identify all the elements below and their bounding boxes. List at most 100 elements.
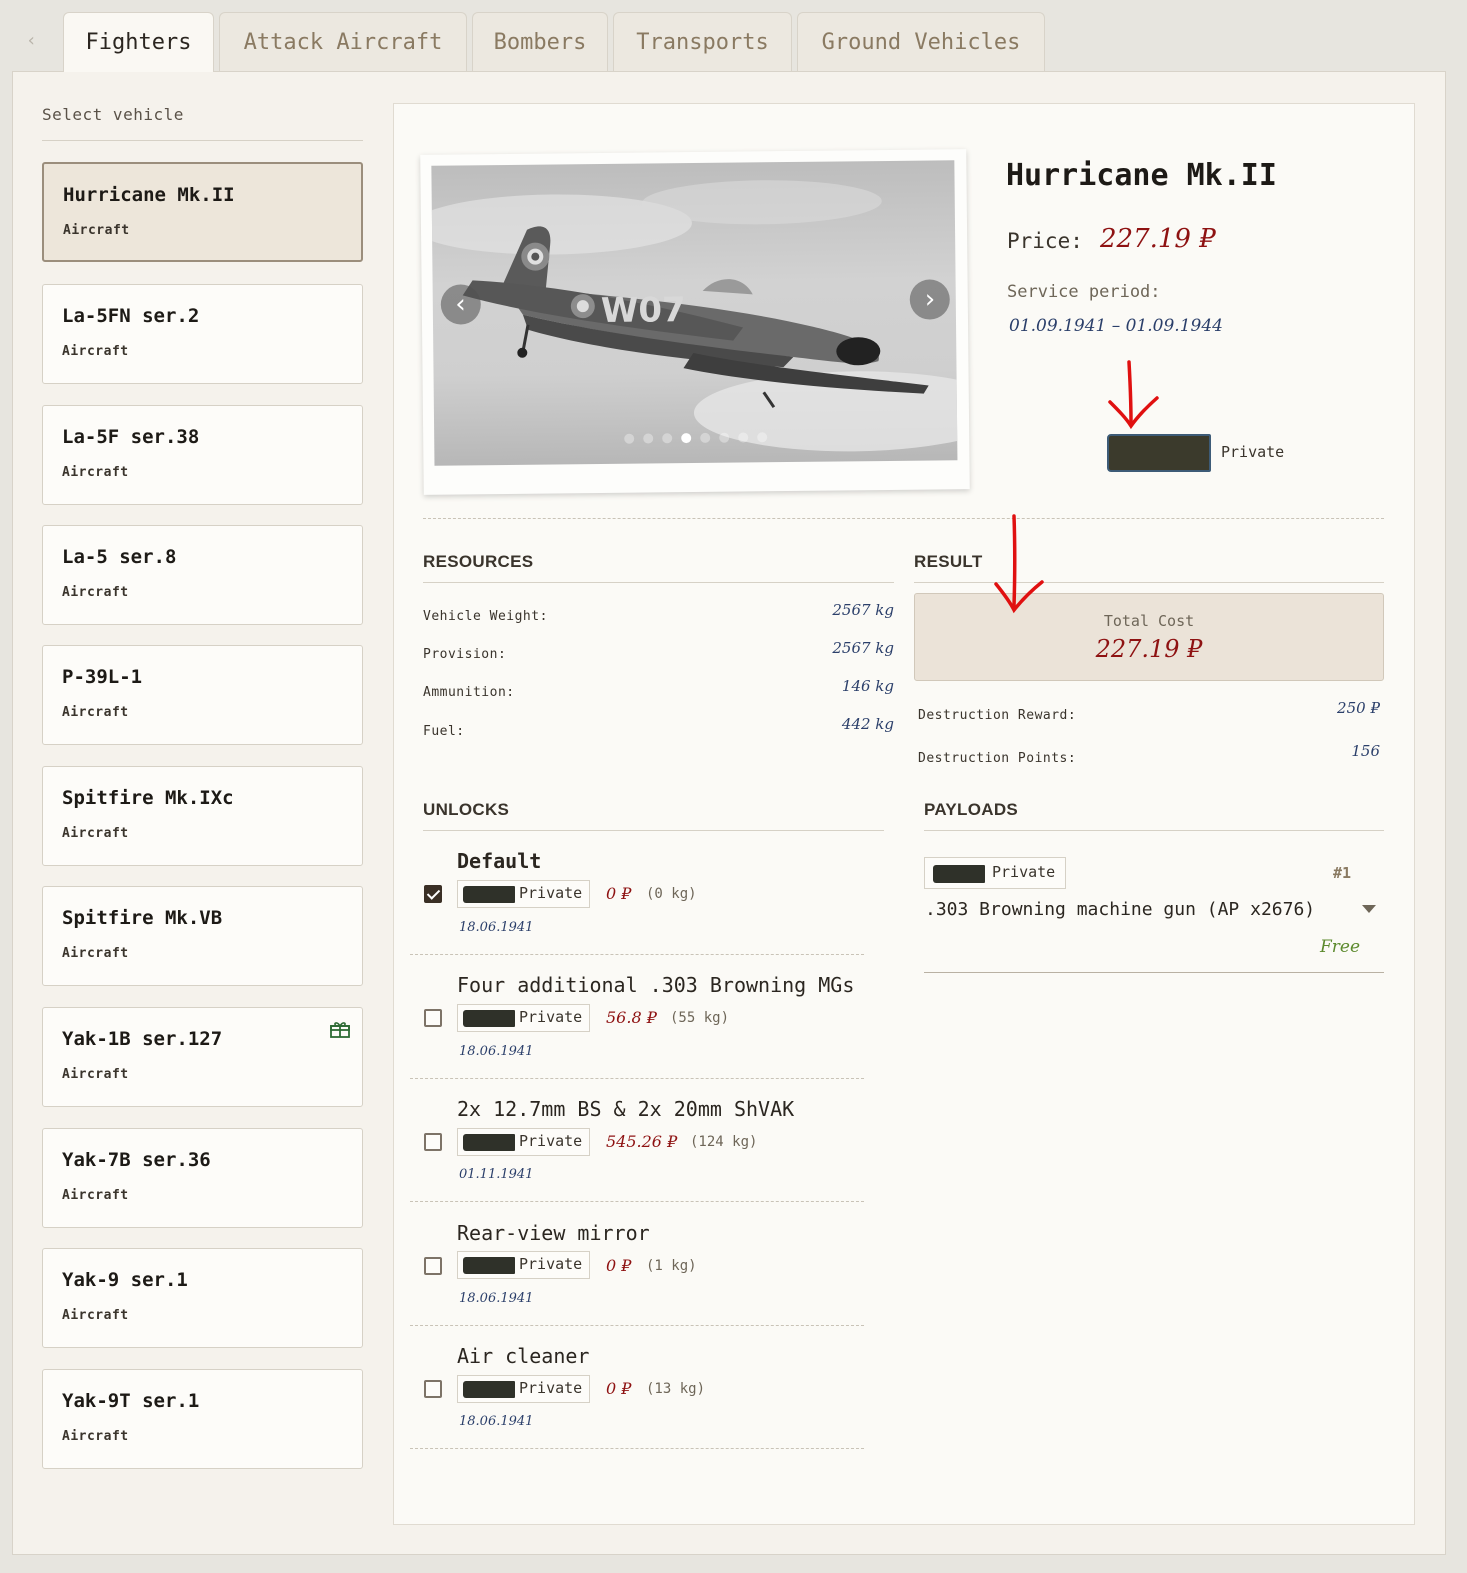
unlock-weight: (55 kg) xyxy=(670,1010,730,1026)
vehicle-card-la5fn-ser2[interactable]: La-5FN ser.2 Aircraft xyxy=(42,284,363,384)
rank-label: Private xyxy=(519,1379,583,1397)
unlock-title: 2x 12.7mm BS & 2x 20mm ShVAK xyxy=(457,1097,795,1121)
unlock-checkbox[interactable] xyxy=(424,1009,442,1027)
rank-insignia-icon xyxy=(1107,434,1211,472)
payload-number: #1 xyxy=(1333,864,1352,882)
gift-icon xyxy=(330,1020,350,1042)
rank-insignia-icon xyxy=(463,886,515,903)
resource-label: Vehicle Weight: xyxy=(423,609,548,624)
gallery-dots xyxy=(624,432,768,444)
service-period-label: Service period: xyxy=(1007,282,1161,302)
gallery-dot[interactable] xyxy=(700,432,711,443)
vehicle-card-yak7b-ser36[interactable]: Yak-7B ser.36 Aircraft xyxy=(42,1128,363,1228)
vehicle-name: Yak-7B ser.36 xyxy=(62,1149,211,1171)
gallery-dot[interactable] xyxy=(643,433,654,444)
resource-value: 2567 kg xyxy=(832,601,894,619)
vehicle-name: La-5FN ser.2 xyxy=(62,305,200,327)
unlock-checkbox[interactable] xyxy=(424,885,442,903)
unlock-checkbox[interactable] xyxy=(424,1380,442,1398)
tab-bar: ‹ Fighters Attack Aircraft Bombers Trans… xyxy=(12,12,1452,72)
rank-insignia-icon xyxy=(933,865,985,883)
divider xyxy=(423,582,894,583)
chevron-down-icon[interactable] xyxy=(1362,905,1376,913)
vehicle-card-la5f-ser38[interactable]: La-5F ser.38 Aircraft xyxy=(42,405,363,505)
gallery-next-button[interactable]: › xyxy=(909,279,950,320)
unlock-title: Rear-view mirror xyxy=(457,1221,650,1245)
vehicle-type: Aircraft xyxy=(62,1308,129,1323)
resource-value: 146 kg xyxy=(841,677,894,695)
vehicle-type: Aircraft xyxy=(62,1429,129,1444)
total-cost-value: 227.19 ₽ xyxy=(1095,635,1203,663)
annotation-arrow-icon xyxy=(1108,360,1159,430)
resource-label: Fuel: xyxy=(423,724,465,739)
rank-label: Private xyxy=(519,1255,583,1273)
gallery-dot[interactable] xyxy=(719,432,730,443)
price-value: 227.19 ₽ xyxy=(1100,224,1216,254)
unlock-weight: (0 kg) xyxy=(646,886,697,902)
gallery-prev-button[interactable]: ‹ xyxy=(440,284,482,325)
rank-label: Private xyxy=(519,1132,583,1150)
result-label: Destruction Reward: xyxy=(918,708,1077,723)
rank-chip: Private xyxy=(457,1004,590,1032)
rank-chip: Private xyxy=(924,857,1066,889)
unlock-date: 18.06.1941 xyxy=(459,1044,534,1059)
vehicle-name: La-5 ser.8 xyxy=(62,546,177,568)
vehicle-name: P-39L-1 xyxy=(62,666,143,688)
tab-ground-vehicles[interactable]: Ground Vehicles xyxy=(797,12,1045,71)
tab-bombers[interactable]: Bombers xyxy=(472,12,608,71)
vehicle-card-spitfire-mk9c[interactable]: Spitfire Mk.IXc Aircraft xyxy=(42,766,363,866)
vehicle-card-yak9-ser1[interactable]: Yak-9 ser.1 Aircraft xyxy=(42,1248,363,1348)
divider xyxy=(410,1078,864,1079)
divider xyxy=(410,1201,864,1202)
vehicle-type: Aircraft xyxy=(62,465,129,480)
divider xyxy=(924,972,1384,973)
gallery-dot[interactable] xyxy=(662,433,673,444)
vehicle-title: Hurricane Mk.II xyxy=(1006,158,1277,193)
rank-chip: Private xyxy=(457,1128,590,1156)
unlocks-heading: UNLOCKS xyxy=(423,800,510,819)
gallery-dot[interactable] xyxy=(624,433,635,444)
vehicle-card-yak1b-ser127[interactable]: Yak-1B ser.127 Aircraft xyxy=(42,1007,363,1107)
unlock-date: 18.06.1941 xyxy=(459,1291,534,1306)
vehicle-card-hurricane-mk2[interactable]: Hurricane Mk.II Aircraft xyxy=(42,162,363,262)
rank-insignia-icon xyxy=(463,1010,515,1027)
divider xyxy=(924,830,1384,831)
chevron-left-icon[interactable]: ‹ xyxy=(26,30,37,51)
vehicle-name: Hurricane Mk.II xyxy=(63,184,235,206)
rank-chip: Private xyxy=(457,880,590,908)
gallery-dot[interactable] xyxy=(738,432,749,443)
unlock-price: 0 ₽ xyxy=(606,1256,632,1275)
rank-label: Private xyxy=(519,884,583,902)
vehicle-card-la5-ser8[interactable]: La-5 ser.8 Aircraft xyxy=(42,525,363,625)
resource-value: 2567 kg xyxy=(832,639,894,657)
vehicle-type: Aircraft xyxy=(62,1188,129,1203)
rank-insignia-icon xyxy=(463,1381,515,1398)
vehicle-name: La-5F ser.38 xyxy=(62,426,200,448)
gallery-dot-active[interactable] xyxy=(681,433,692,444)
divider xyxy=(410,1448,864,1449)
resource-value: 442 kg xyxy=(841,715,894,733)
service-period-value: 01.09.1941 – 01.09.1944 xyxy=(1009,316,1223,336)
vehicle-type: Aircraft xyxy=(62,826,129,841)
unlock-title: Air cleaner xyxy=(457,1344,590,1368)
tab-fighters[interactable]: Fighters xyxy=(63,12,214,72)
rank-label: Private xyxy=(1221,443,1285,461)
unlock-price: 56.8 ₽ xyxy=(606,1008,657,1027)
divider xyxy=(914,582,1384,583)
total-cost-box: Total Cost 227.19 ₽ xyxy=(914,593,1384,681)
tab-attack-aircraft[interactable]: Attack Aircraft xyxy=(219,12,467,71)
vehicle-name: Spitfire Mk.IXc xyxy=(62,787,234,809)
divider xyxy=(410,954,864,955)
unlock-title: Default xyxy=(457,849,542,873)
vehicle-card-p39l1[interactable]: P-39L-1 Aircraft xyxy=(42,645,363,745)
vehicle-card-spitfire-mk5b[interactable]: Spitfire Mk.VB Aircraft xyxy=(42,886,363,986)
unlock-checkbox[interactable] xyxy=(424,1133,442,1151)
vehicle-name: Yak-1B ser.127 xyxy=(62,1028,223,1050)
payload-select[interactable]: .303 Browning machine gun (AP x2676) xyxy=(925,899,1315,920)
unlock-date: 18.06.1941 xyxy=(459,920,534,935)
resource-label: Ammunition: xyxy=(423,685,515,700)
vehicle-card-yak9t-ser1[interactable]: Yak-9T ser.1 Aircraft xyxy=(42,1369,363,1469)
unlock-checkbox[interactable] xyxy=(424,1257,442,1275)
gallery-dot[interactable] xyxy=(757,432,768,443)
tab-transports[interactable]: Transports xyxy=(613,12,792,71)
